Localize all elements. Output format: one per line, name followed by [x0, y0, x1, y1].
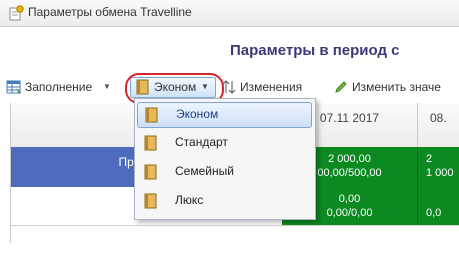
- menu-item-label: Семейный: [175, 164, 234, 178]
- menu-item-label: Люкс: [175, 193, 204, 207]
- book-icon: [145, 107, 158, 123]
- category-dropdown-label: Эконом: [154, 80, 197, 94]
- pencil-icon: [335, 81, 347, 93]
- column-header-label: 08.: [430, 111, 447, 125]
- book-icon: [144, 135, 157, 151]
- value-cell[interactable]: 2 1 000: [418, 147, 459, 187]
- window-titlebar: Параметры обмена Travelline: [0, 0, 459, 27]
- book-icon: [144, 193, 157, 209]
- menu-item-standard[interactable]: Стандарт: [137, 131, 312, 155]
- menu-item-econom[interactable]: Эконом: [137, 102, 312, 128]
- menu-item-family[interactable]: Семейный: [137, 160, 312, 184]
- changes-button-label: Изменения: [240, 80, 303, 94]
- cell-value: 1 000: [426, 167, 454, 179]
- chevron-down-icon: ▼: [201, 82, 209, 91]
- chevron-down-icon: ▼: [103, 82, 111, 91]
- column-header[interactable]: 08.: [418, 103, 459, 147]
- toolbar: Заполнение ▼ Эконом ▼ Изменения Изменить…: [0, 74, 459, 100]
- page-title: Параметры в период с: [230, 42, 400, 59]
- menu-item-label: Эконом: [176, 107, 219, 121]
- cell-value: 0,0: [426, 207, 442, 219]
- menu-item-label: Стандарт: [175, 135, 228, 149]
- edit-value-button-label: Изменить значе: [352, 80, 441, 94]
- sort-arrows-icon: [222, 80, 236, 94]
- value-cell[interactable]: 0,0: [418, 187, 459, 225]
- cell-value: 2: [426, 153, 433, 165]
- fill-button-label: Заполнение: [25, 80, 93, 94]
- window-title: Параметры обмена Travelline: [28, 5, 192, 19]
- menu-item-lux[interactable]: Люкс: [137, 189, 312, 213]
- category-dropdown-menu: Эконом Стандарт Семейный Люкс: [134, 98, 316, 220]
- book-icon: [144, 164, 157, 180]
- category-dropdown-button[interactable]: Эконом ▼: [130, 77, 216, 98]
- book-icon: [136, 79, 149, 95]
- table-fill-icon: [6, 80, 21, 94]
- settings-document-icon: [9, 5, 24, 21]
